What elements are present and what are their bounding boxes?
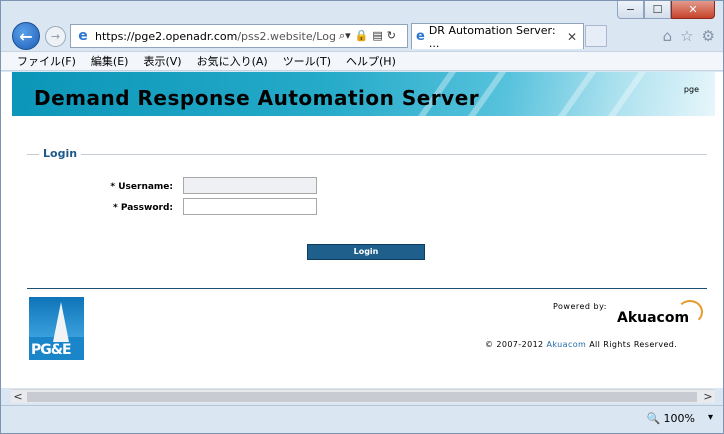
ie-tab-icon: e	[416, 29, 425, 44]
menu-favorites[interactable]: お気に入り(A)	[197, 53, 268, 69]
copyright-suffix: All Rights Reserved.	[589, 340, 678, 349]
lock-icon[interactable]: 🔒	[355, 29, 369, 43]
zoom-dropdown-icon[interactable]: ▾	[708, 412, 713, 423]
password-input[interactable]	[183, 198, 317, 215]
zoom-level: 100%	[663, 412, 695, 425]
banner-stripe	[596, 72, 654, 116]
page-content: Demand Response Automation Server pge Lo…	[1, 72, 723, 388]
refresh-icon[interactable]: ↻	[387, 29, 396, 43]
page-title: Demand Response Automation Server	[34, 86, 480, 110]
menu-file[interactable]: ファイル(F)	[17, 53, 76, 69]
status-bar: 🔍 100% ▾	[1, 405, 723, 433]
window-caption-buttons: − ☐ ✕	[617, 1, 715, 21]
login-fieldset-legend: Login	[27, 147, 707, 160]
maximize-button[interactable]: ☐	[644, 1, 671, 19]
pge-logo-tower	[53, 302, 69, 342]
url-path: /pss2.website/Login	[237, 29, 335, 43]
menu-view[interactable]: 表示(V)	[143, 53, 181, 69]
ie-page-icon: e	[78, 28, 88, 44]
pge-logo-text: PG&E	[31, 342, 72, 358]
home-icon[interactable]: ⌂	[663, 27, 673, 45]
zoom-icon: 🔍	[646, 412, 661, 425]
scroll-left-arrow[interactable]: <	[11, 390, 25, 404]
powered-by-text: Powered by:	[553, 302, 607, 311]
scroll-right-arrow[interactable]: >	[701, 390, 715, 404]
navigation-bar: ← → e https://pge2.openadr.com/pss2.webs…	[1, 21, 723, 50]
minimize-button[interactable]: −	[617, 1, 644, 19]
zoom-control[interactable]: 🔍 100%	[647, 412, 695, 425]
scroll-thumb[interactable]	[27, 392, 697, 402]
favorites-icon[interactable]: ☆	[680, 27, 693, 45]
settings-icon[interactable]: ⚙	[702, 27, 715, 45]
pge-logo: PG&E	[29, 297, 84, 360]
search-dropdown-icon[interactable]: ⌕▾	[339, 29, 351, 43]
login-heading: Login	[39, 147, 82, 160]
username-label: * Username:	[110, 182, 173, 192]
back-button[interactable]: ←	[12, 22, 40, 50]
footer-divider	[27, 288, 707, 289]
url-text[interactable]: https://pge2.openadr.com/pss2.website/Lo…	[95, 30, 335, 43]
browser-window: − ☐ ✕ ← → e https://pge2.openadr.com/pss…	[0, 0, 724, 434]
username-input[interactable]	[183, 177, 317, 194]
address-tools: ⌕▾ 🔒 ▤ ↻	[339, 29, 396, 43]
address-bar[interactable]: e https://pge2.openadr.com/pss2.website/…	[70, 24, 408, 48]
close-window-button[interactable]: ✕	[671, 1, 715, 19]
password-label: * Password:	[113, 203, 173, 213]
compatibility-view-icon[interactable]: ▤	[372, 29, 382, 43]
menu-help[interactable]: ヘルプ(H)	[346, 53, 396, 69]
horizontal-scrollbar[interactable]: < >	[11, 389, 715, 403]
url-host: https://pge2.openadr.com	[95, 29, 238, 43]
menu-bar: ファイル(F) 編集(E) 表示(V) お気に入り(A) ツール(T) ヘルプ(…	[1, 51, 723, 71]
menu-edit[interactable]: 編集(E)	[91, 53, 129, 69]
copyright-prefix: © 2007-2012	[485, 340, 544, 349]
akuacom-link[interactable]: Akuacom	[547, 340, 587, 349]
menu-tools[interactable]: ツール(T)	[283, 53, 331, 69]
banner-stripe	[546, 72, 604, 116]
header-banner: Demand Response Automation Server pge	[12, 72, 715, 116]
current-user: pge	[683, 85, 699, 94]
tab-label: DR Automation Server: ...	[428, 23, 556, 50]
tab-dr-automation[interactable]: e DR Automation Server: ... ✕	[411, 23, 584, 50]
legend-line	[27, 154, 707, 155]
akuacom-logo: Akuacom	[617, 310, 690, 326]
tab-close-icon[interactable]: ✕	[567, 30, 577, 44]
forward-button[interactable]: →	[45, 26, 66, 47]
copyright-text: © 2007-2012 Akuacom All Rights Reserved.	[485, 340, 677, 349]
new-tab-button[interactable]	[585, 25, 607, 47]
login-button[interactable]: Login	[307, 244, 425, 260]
toolbar-right: ⌂ ☆ ⚙	[663, 27, 715, 45]
